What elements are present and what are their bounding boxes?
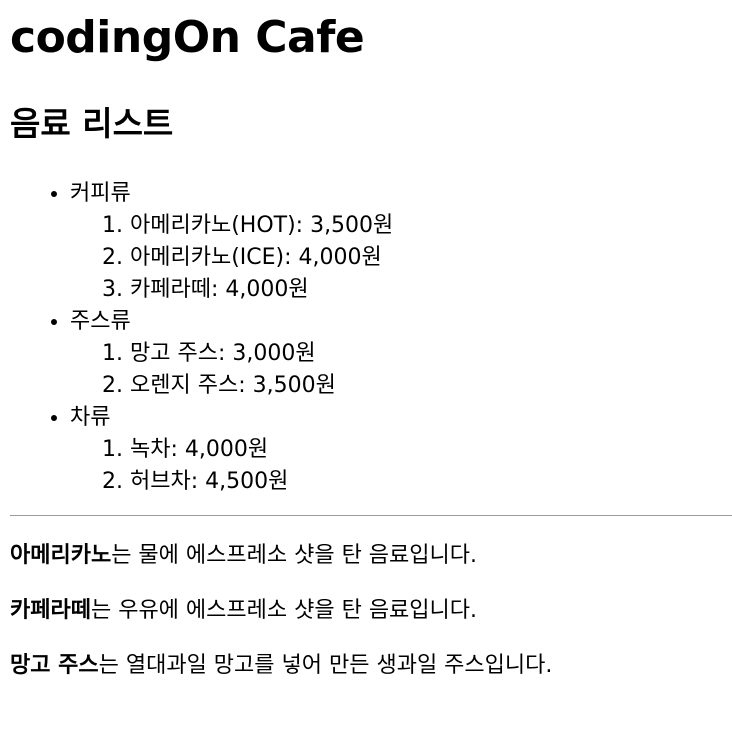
description-term: 카페라떼 [10, 598, 91, 623]
description-term: 망고 주스 [10, 653, 99, 678]
menu-item: 망고 주스: 3,000원 [130, 338, 732, 370]
page: codingOn Cafe 음료 리스트 커피류 아메리카노(HOT): 3,5… [0, 10, 732, 682]
menu-item: 카페라떼: 4,000원 [130, 274, 732, 306]
category-label: 차류 [70, 405, 111, 430]
category-list: 커피류 아메리카노(HOT): 3,500원 아메리카노(ICE): 4,000… [10, 178, 732, 498]
menu-item: 허브차: 4,500원 [130, 466, 732, 498]
description-americano: 아메리카노는 물에 에스프레소 샷을 탄 음료입니다. [10, 540, 732, 572]
tea-menu-list: 녹차: 4,000원 허브차: 4,500원 [70, 434, 732, 498]
drink-list-heading: 음료 리스트 [10, 104, 174, 143]
coffee-menu-list: 아메리카노(HOT): 3,500원 아메리카노(ICE): 4,000원 카페… [70, 210, 732, 306]
menu-item: 녹차: 4,000원 [130, 434, 732, 466]
description-cafe-latte: 카페라떼는 우유에 에스프레소 샷을 탄 음료입니다. [10, 595, 732, 627]
page-title: codingOn Cafe [10, 12, 365, 63]
menu-item: 아메리카노(HOT): 3,500원 [130, 210, 732, 242]
juice-menu-list: 망고 주스: 3,000원 오렌지 주스: 3,500원 [70, 338, 732, 402]
description-text: 는 물에 에스프레소 샷을 탄 음료입니다. [111, 543, 478, 568]
description-term: 아메리카노 [10, 543, 112, 568]
description-text: 는 열대과일 망고를 넣어 만든 생과일 주스입니다. [98, 653, 553, 678]
category-item-tea: 차류 녹차: 4,000원 허브차: 4,500원 [70, 402, 732, 498]
menu-item: 아메리카노(ICE): 4,000원 [130, 242, 732, 274]
description-mango-juice: 망고 주스는 열대과일 망고를 넣어 만든 생과일 주스입니다. [10, 650, 732, 682]
description-text: 는 우유에 에스프레소 샷을 탄 음료입니다. [90, 598, 478, 623]
category-item-juice: 주스류 망고 주스: 3,000원 오렌지 주스: 3,500원 [70, 306, 732, 402]
section-divider [10, 515, 732, 516]
category-label: 주스류 [70, 309, 131, 334]
category-item-coffee: 커피류 아메리카노(HOT): 3,500원 아메리카노(ICE): 4,000… [70, 178, 732, 306]
menu-item: 오렌지 주스: 3,500원 [130, 370, 732, 402]
category-label: 커피류 [70, 181, 131, 206]
